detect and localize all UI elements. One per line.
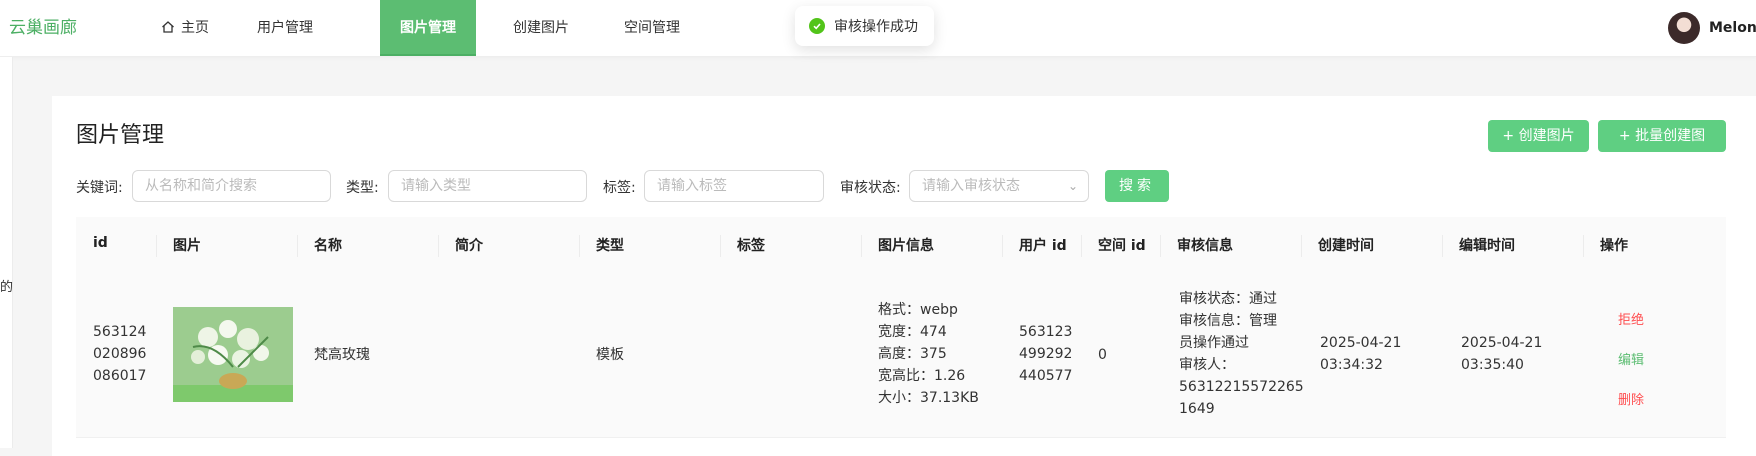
reject-button[interactable]: 拒绝 — [1618, 309, 1644, 328]
nav-home-label: 主页 — [181, 20, 209, 36]
col-edited-time: 编辑时间 — [1459, 238, 1515, 254]
username: MelonT — [1709, 20, 1756, 36]
col-separator — [1160, 235, 1161, 257]
picture-thumbnail[interactable] — [173, 307, 293, 402]
cell-review-info: 审核状态：通过 审核信息：管理 员操作通过 审核人： 5631221557226… — [1179, 288, 1304, 420]
col-created-time: 创建时间 — [1318, 238, 1374, 254]
review-message: 审核信息：管理 — [1179, 313, 1277, 329]
edit-button[interactable]: 编辑 — [1618, 349, 1644, 368]
table-header: id 图片 名称 简介 类型 标签 图片信息 用户 id 空间 id 审核信息 … — [76, 217, 1726, 273]
col-picture-info: 图片信息 — [878, 238, 934, 254]
toast-message: 审核操作成功 — [834, 19, 918, 35]
create-picture-button[interactable]: + 创建图片 — [1488, 120, 1589, 152]
cell-user-id-line: 440577 — [1019, 368, 1073, 384]
info-height: 高度：375 — [878, 346, 947, 362]
review-status-placeholder: 请输入审核状态 — [922, 178, 1020, 194]
col-separator — [1442, 235, 1443, 257]
col-separator — [861, 235, 862, 257]
edited-date: 2025-04-21 — [1461, 335, 1543, 351]
cell-created-time: 2025-04-21 03:34:32 — [1320, 332, 1401, 376]
reviewer-label: 审核人： — [1179, 357, 1235, 373]
col-separator — [438, 235, 439, 257]
col-actions: 操作 — [1600, 238, 1628, 254]
info-aspect-ratio: 宽高比：1.26 — [878, 368, 966, 384]
created-date: 2025-04-21 — [1320, 335, 1402, 351]
nav-home[interactable]: 主页 — [141, 0, 229, 56]
cell-user-id: 563123 499292 440577 — [1019, 321, 1072, 387]
col-type: 类型 — [596, 238, 624, 254]
col-user-id: 用户 id — [1019, 238, 1067, 254]
info-format: 格式：webp — [878, 302, 958, 318]
cell-id[interactable]: 563124 020896 086017 — [93, 321, 146, 387]
type-input[interactable]: 请输入类型 — [388, 170, 587, 202]
cell-edited-time: 2025-04-21 03:35:40 — [1461, 332, 1542, 376]
col-id: id — [93, 235, 108, 251]
rose-painting-image — [173, 307, 293, 402]
col-intro: 简介 — [455, 238, 483, 254]
review-message-cont: 员操作通过 — [1179, 335, 1249, 351]
delete-button[interactable]: 删除 — [1618, 389, 1644, 408]
tag-input[interactable]: 请输入标签 — [644, 170, 824, 202]
check-circle-icon — [809, 18, 825, 34]
edited-time: 03:35:40 — [1461, 357, 1524, 373]
created-time: 03:34:32 — [1320, 357, 1383, 373]
batch-create-picture-button[interactable]: + 批量创建图片 — [1598, 120, 1726, 176]
info-size: 大小：37.13KB — [878, 390, 979, 406]
col-name: 名称 — [314, 238, 342, 254]
cell-picture-info: 格式：webp 宽度：474 高度：375 宽高比：1.26 大小：37.13K… — [878, 299, 979, 409]
cell-space-id: 0 — [1098, 347, 1107, 363]
review-status-label: 审核状态: — [840, 180, 901, 196]
col-separator — [1583, 235, 1584, 257]
chevron-down-icon: ⌄ — [1067, 179, 1078, 193]
col-separator — [579, 235, 580, 257]
col-separator — [297, 235, 298, 257]
search-button[interactable]: 搜索 — [1105, 170, 1169, 202]
cell-id-line: 086017 — [93, 368, 147, 384]
type-label: 类型: — [346, 180, 379, 196]
home-icon — [162, 21, 174, 33]
sidebar — [0, 57, 13, 448]
cell-id-line: 020896 — [93, 346, 147, 362]
nav-user-management[interactable]: 用户管理 — [237, 0, 333, 56]
review-status-select[interactable]: 请输入审核状态 ⌄ — [909, 170, 1089, 202]
reviewer-id: 56312215572265 — [1179, 379, 1304, 395]
col-separator — [1301, 235, 1302, 257]
nav-create-picture[interactable]: 创建图片 — [493, 0, 589, 56]
keyword-label: 关键词: — [76, 180, 123, 196]
nav-space-management[interactable]: 空间管理 — [604, 0, 700, 56]
sidebar-text-fragment: 的 — [0, 280, 14, 295]
cell-type: 模板 — [596, 347, 624, 363]
cell-user-id-line: 563123 — [1019, 324, 1073, 340]
col-separator — [720, 235, 721, 257]
keyword-input[interactable]: 从名称和简介搜索 — [132, 170, 331, 202]
col-picture: 图片 — [173, 238, 201, 254]
cell-id-line: 563124 — [93, 324, 147, 340]
site-logo[interactable]: 云巢画廊 — [9, 13, 77, 38]
cell-name: 梵高玫瑰 — [314, 347, 370, 363]
cell-user-id-line: 499292 — [1019, 346, 1073, 362]
success-toast: 审核操作成功 — [795, 6, 934, 46]
col-tags: 标签 — [737, 238, 765, 254]
col-separator — [1081, 235, 1082, 257]
col-separator — [1002, 235, 1003, 257]
reviewer-id-cont: 1649 — [1179, 401, 1215, 417]
col-separator — [156, 235, 157, 257]
col-space-id: 空间 id — [1098, 238, 1146, 254]
page-title: 图片管理 — [76, 123, 165, 148]
col-review-info: 审核信息 — [1177, 238, 1233, 254]
info-width: 宽度：474 — [878, 324, 947, 340]
user-menu[interactable]: MelonT — [1668, 12, 1756, 44]
nav-picture-management[interactable]: 图片管理 — [380, 0, 476, 56]
tag-label: 标签: — [603, 180, 636, 196]
avatar[interactable] — [1668, 12, 1700, 44]
review-status: 审核状态：通过 — [1179, 291, 1277, 307]
